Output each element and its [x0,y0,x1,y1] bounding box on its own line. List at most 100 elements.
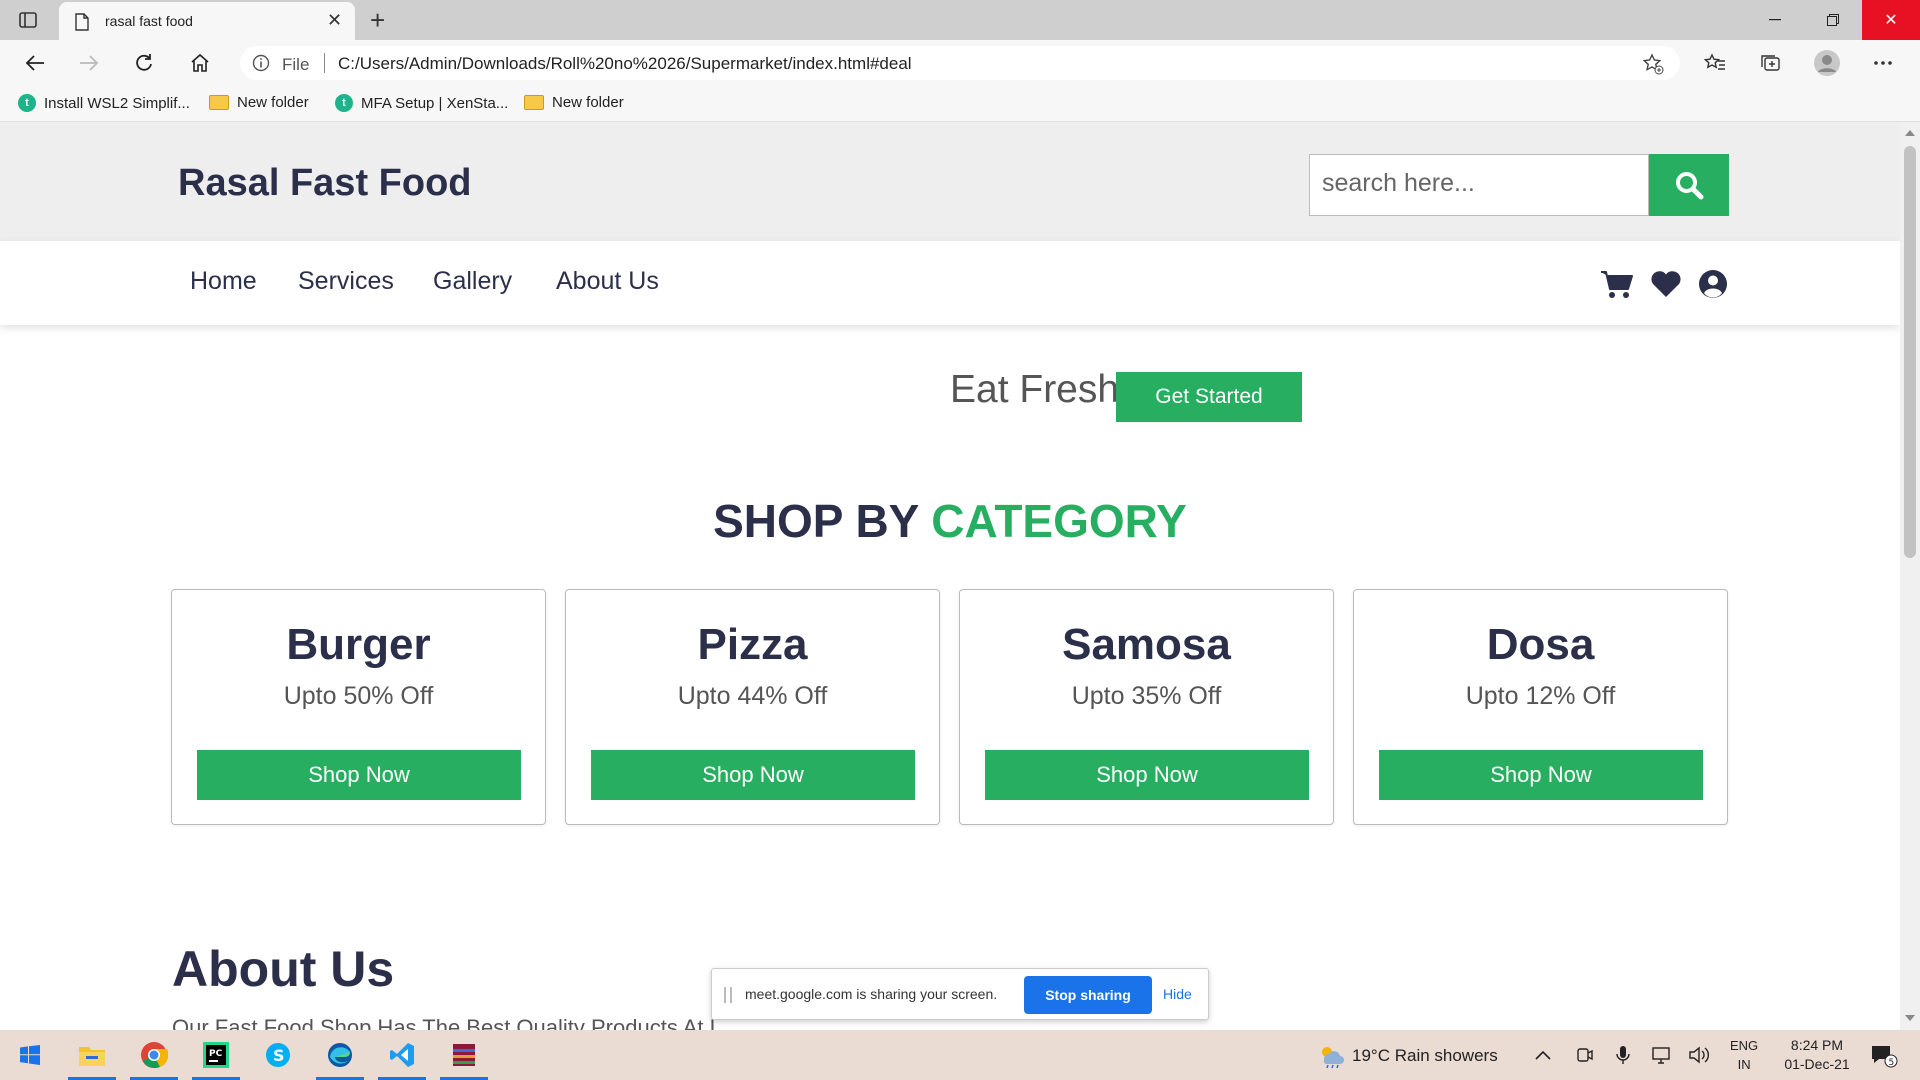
site-navbar: Home Services Gallery About Us [0,241,1900,325]
minimize-icon[interactable] [1746,0,1804,40]
windows-start-icon[interactable] [0,1030,60,1080]
category-offer: Upto 12% Off [1465,682,1616,710]
bookmarks-bar: t Install WSL2 Simplif... New folder t M… [0,86,1920,122]
web-page: Rasal Fast Food search here... Home Serv… [0,122,1900,1030]
category-name: Samosa [1062,620,1231,669]
url-text[interactable]: C:/Users/Admin/Downloads/Roll%20no%2026/… [338,54,912,74]
site-header: Rasal Fast Food search here... [0,122,1900,241]
nav-gallery-link[interactable]: Gallery [433,267,512,296]
chevron-up-icon[interactable] [1530,1042,1556,1068]
network-icon[interactable] [1648,1042,1674,1068]
browser-tab-bar: rasal fast food ✕ + ✕ [0,0,1920,40]
stop-sharing-button[interactable]: Stop sharing [1024,976,1152,1014]
user-icon[interactable] [1696,267,1730,301]
meet-tray-icon[interactable] [1572,1042,1598,1068]
back-icon[interactable] [20,48,50,78]
refresh-icon[interactable] [129,48,159,78]
shop-now-button[interactable]: Shop Now [1379,750,1703,800]
document-icon [75,13,89,36]
bookmark-item[interactable]: t Install WSL2 Simplif... [18,94,190,112]
shop-now-button[interactable]: Shop Now [591,750,915,800]
category-card: Pizza Upto 44% Off Shop Now [565,589,940,825]
more-menu-icon[interactable] [1868,48,1898,78]
scroll-down-icon[interactable] [1905,1015,1915,1021]
info-icon[interactable] [252,54,270,77]
restore-icon[interactable] [1804,0,1862,40]
share-message: meet.google.com is sharing your screen. [745,986,998,1002]
category-name: Burger [286,620,431,669]
clock[interactable]: 8:24 PM 01-Dec-21 [1772,1036,1862,1074]
site-logo[interactable]: Rasal Fast Food [178,162,472,205]
bookmark-item[interactable]: New folder [209,94,309,111]
category-name: Pizza [697,620,808,669]
about-title: About Us [172,941,395,997]
tab-actions-icon[interactable] [14,8,42,32]
section-title-part: SHOP BY [713,495,919,547]
shop-now-button[interactable]: Shop Now [197,750,521,800]
category-offer: Upto 50% Off [283,682,434,710]
screen-share-bar: meet.google.com is sharing your screen. … [711,968,1209,1020]
edge-icon[interactable] [310,1030,370,1080]
svg-text:S: S [273,1046,285,1065]
tab-title: rasal fast food [105,13,193,29]
bookmark-label: New folder [237,94,309,111]
add-favorite-icon[interactable] [1642,53,1664,80]
file-explorer-icon[interactable] [62,1030,122,1080]
volume-icon[interactable] [1686,1042,1712,1068]
file-label: File [282,55,310,74]
scroll-up-icon[interactable] [1905,130,1915,136]
clock-date: 01-Dec-21 [1784,1056,1850,1072]
nav-about-link[interactable]: About Us [556,267,659,296]
about-text: Our Fast Food Shop Has The Best Quality … [172,1015,741,1030]
forward-icon[interactable] [74,48,104,78]
bookmark-label: Install WSL2 Simplif... [44,94,190,112]
microphone-icon[interactable] [1610,1042,1636,1068]
language-indicator[interactable]: ENG IN [1730,1036,1758,1074]
folder-icon [524,95,544,110]
new-tab-icon[interactable]: + [370,5,385,36]
nav-services-link[interactable]: Services [298,267,394,296]
category-card: Dosa Upto 12% Off Shop Now [1353,589,1728,825]
get-started-button[interactable]: Get Started [1116,372,1302,422]
scrollbar-thumb[interactable] [1904,146,1916,558]
shop-now-button[interactable]: Shop Now [985,750,1309,800]
hide-link[interactable]: Hide [1163,986,1192,1002]
hero-text: Eat Fresh [950,368,1120,411]
notification-count: 5 [1889,1058,1895,1068]
bookmark-item[interactable]: New folder [524,94,624,111]
weather-widget[interactable]: 19°C Rain showers [1316,1044,1498,1068]
search-button[interactable] [1649,154,1729,216]
heart-icon[interactable] [1649,267,1683,301]
section-title-highlight: CATEGORY [931,495,1187,547]
winrar-icon[interactable] [434,1030,494,1080]
category-offer: Upto 35% Off [1071,682,1222,710]
profile-avatar-icon[interactable] [1812,48,1842,78]
tab-close-icon[interactable]: ✕ [327,10,342,31]
drag-handle-icon[interactable] [724,987,732,1003]
folder-icon [209,95,229,110]
address-bar[interactable]: File C:/Users/Admin/Downloads/Roll%20no%… [240,46,1680,80]
collections-icon[interactable] [1756,48,1786,78]
category-name: Dosa [1486,620,1595,669]
section-title: SHOP BY CATEGORY [0,494,1900,548]
notifications-icon[interactable]: 5 [1866,1042,1902,1070]
window-close-icon[interactable]: ✕ [1862,0,1920,40]
address-separator [324,53,325,73]
page-scrollbar[interactable] [1900,122,1920,1030]
category-card: Samosa Upto 35% Off Shop Now [959,589,1334,825]
browser-tab[interactable]: rasal fast food ✕ [59,2,355,40]
skype-icon[interactable]: S [248,1030,308,1080]
rain-cloud-icon [1322,1047,1344,1068]
bookmark-item[interactable]: t MFA Setup | XenSta... [335,94,508,112]
pycharm-icon[interactable]: PC [186,1030,246,1080]
bookmark-label: New folder [552,94,624,111]
cart-icon[interactable] [1600,267,1634,301]
windows-taskbar: PC S 19°C Rain showers ENG IN 8:24 PM 01… [0,1030,1920,1080]
vscode-icon[interactable] [372,1030,432,1080]
nav-home-link[interactable]: Home [190,267,257,296]
chrome-icon[interactable] [124,1030,184,1080]
home-icon[interactable] [185,48,215,78]
bookmark-label: MFA Setup | XenSta... [361,94,509,112]
favorites-icon[interactable] [1700,48,1730,78]
search-input[interactable]: search here... [1309,154,1649,216]
